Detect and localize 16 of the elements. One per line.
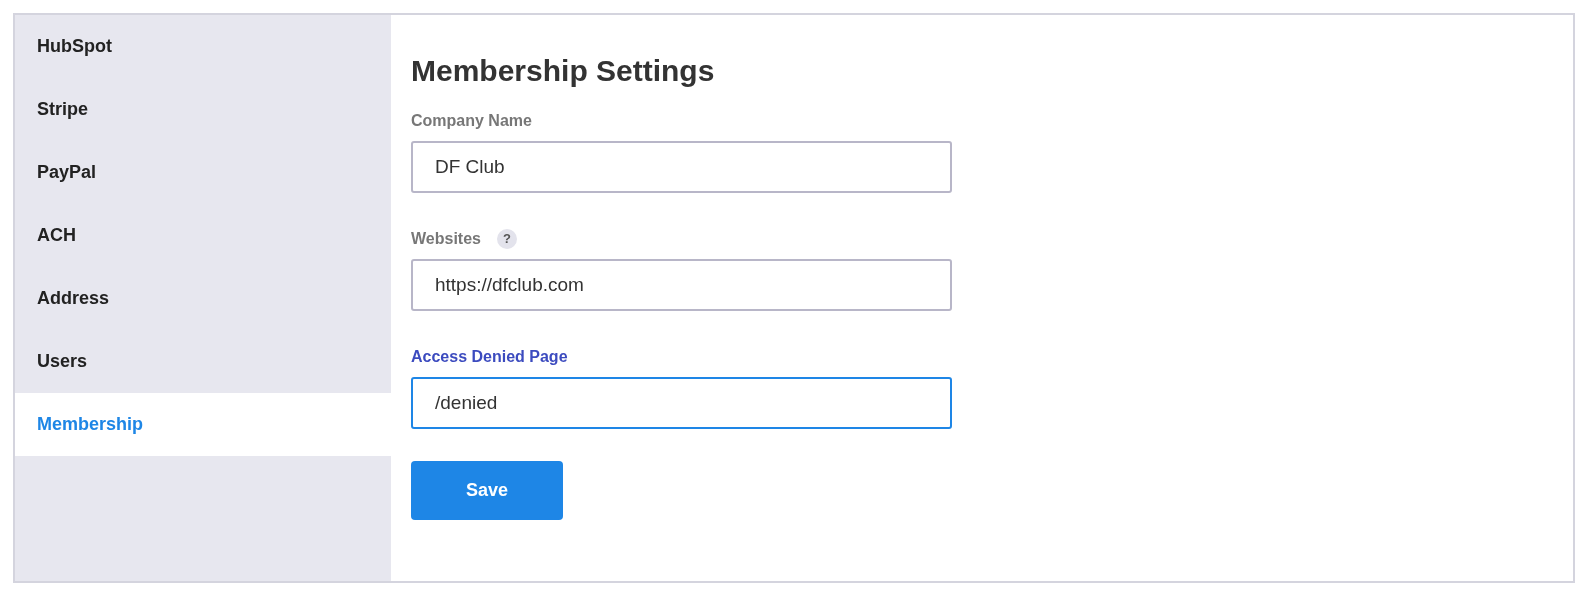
help-icon[interactable]: ? <box>496 229 517 249</box>
sidebar-item[interactable]: Users <box>15 330 391 393</box>
sidebar-item[interactable]: PayPal <box>15 141 391 204</box>
field-label: Company Name <box>411 111 532 131</box>
text-field[interactable]: /denied <box>411 377 952 429</box>
text-field[interactable]: https://dfclub.com <box>411 259 952 311</box>
sidebar-item[interactable]: Membership <box>15 393 391 456</box>
field-label: Websites <box>411 229 481 249</box>
sidebar-item[interactable]: Stripe <box>15 78 391 141</box>
sidebar-item[interactable]: Address <box>15 267 391 330</box>
sidebar-item[interactable]: HubSpot <box>15 15 391 78</box>
field-label: Access Denied Page <box>411 347 568 367</box>
save-button[interactable]: Save <box>411 461 563 520</box>
text-field[interactable]: DF Club <box>411 141 952 193</box>
page-title: Membership Settings <box>411 53 715 89</box>
sidebar-item[interactable]: ACH <box>15 204 391 267</box>
